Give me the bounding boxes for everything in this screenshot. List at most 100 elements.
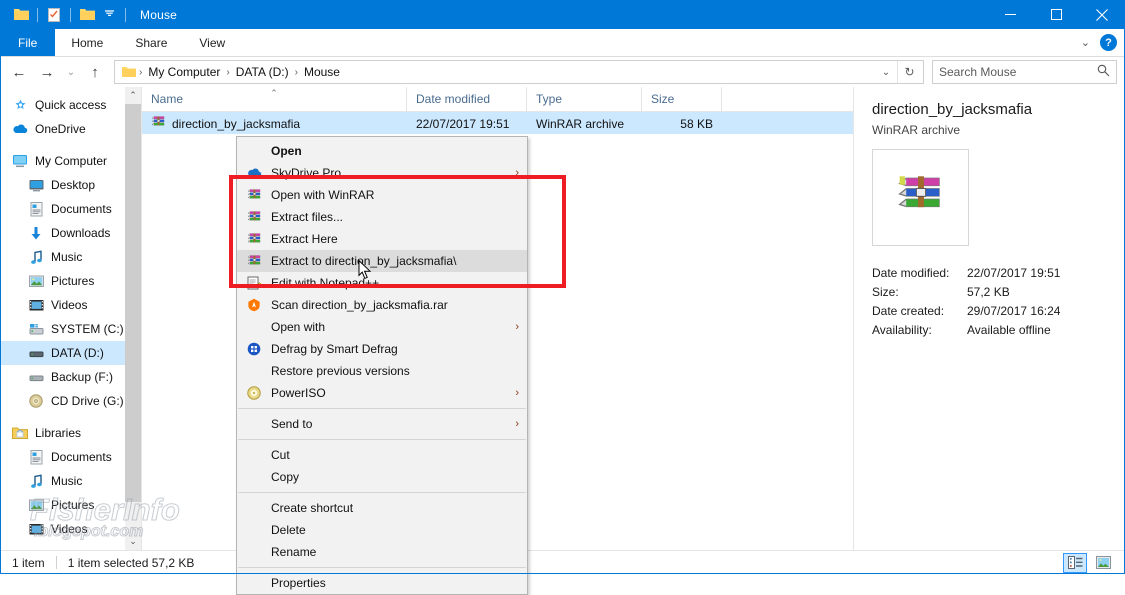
details-view-button[interactable]	[1063, 552, 1087, 573]
column-header-size[interactable]: Size	[642, 87, 722, 111]
recent-locations-button[interactable]: ⌄	[62, 60, 80, 84]
sidebar-item-onedrive[interactable]: OneDrive	[0, 117, 141, 141]
menu-item-extract-files[interactable]: Extract files...	[237, 206, 527, 228]
menu-item-send-to[interactable]: Send to ›	[237, 413, 527, 435]
menu-item-extract-to-folder[interactable]: Extract to direction_by_jacksmafia\	[237, 250, 527, 272]
breadcrumb-item-mouse[interactable]: Mouse	[299, 61, 345, 83]
close-button[interactable]	[1079, 0, 1125, 29]
address-dropdown-icon[interactable]: ⌄	[875, 61, 897, 83]
menu-item-label: Restore previous versions	[271, 364, 410, 378]
scroll-down-icon[interactable]: ⌄	[125, 533, 141, 550]
sidebar-item-libraries-videos[interactable]: Videos	[0, 517, 141, 541]
status-bar: 1 item 1 item selected 57,2 KB	[0, 550, 1125, 574]
scroll-up-icon[interactable]: ⌃	[125, 87, 141, 104]
column-label: Name	[151, 92, 184, 106]
menu-item-open[interactable]: Open	[237, 140, 527, 162]
menu-item-cut[interactable]: Cut	[237, 444, 527, 466]
winrar-archive-icon	[243, 208, 265, 226]
computer-icon	[10, 153, 30, 169]
menu-item-skydrive-pro[interactable]: SkyDrive Pro ›	[237, 162, 527, 184]
menu-item-label: Extract Here	[271, 232, 338, 246]
sidebar-item-libraries-music[interactable]: Music	[0, 469, 141, 493]
sidebar-item-my-computer[interactable]: My Computer	[0, 149, 141, 173]
breadcrumb[interactable]: › My Computer › DATA (D:) › Mouse ⌄ ↻	[114, 60, 924, 84]
chevron-down-icon[interactable]	[98, 4, 120, 26]
tab-share[interactable]: Share	[119, 29, 183, 56]
sidebar-item-backup-f[interactable]: Backup (F:)	[0, 365, 141, 389]
sidebar-item-downloads[interactable]: Downloads	[0, 221, 141, 245]
sidebar-item-libraries-pictures[interactable]: Pictures	[0, 493, 141, 517]
sidebar-item-system-c[interactable]: SYSTEM (C:)	[0, 317, 141, 341]
sidebar-item-desktop[interactable]: Desktop	[0, 173, 141, 197]
smart-defrag-icon	[243, 340, 265, 358]
column-header-type[interactable]: Type	[527, 87, 642, 111]
sidebar-item-libraries-documents[interactable]: Documents	[0, 445, 141, 469]
sidebar-item-videos[interactable]: Videos	[0, 293, 141, 317]
column-header-date-modified[interactable]: Date modified	[407, 87, 527, 111]
large-icons-view-button[interactable]	[1091, 553, 1115, 573]
poweriso-icon	[243, 384, 265, 402]
menu-item-extract-here[interactable]: Extract Here	[237, 228, 527, 250]
videos-icon	[26, 521, 46, 537]
navigation-pane: Quick access OneDrive My Computer Deskto…	[0, 87, 141, 550]
sidebar-item-music[interactable]: Music	[0, 245, 141, 269]
menu-item-create-shortcut[interactable]: Create shortcut	[237, 497, 527, 519]
context-menu[interactable]: Open SkyDrive Pro › Open with WinRAR Ext…	[236, 136, 528, 595]
breadcrumb-item-data-d[interactable]: DATA (D:)	[231, 61, 294, 83]
spacer-icon	[243, 142, 265, 160]
chevron-right-icon: ›	[515, 321, 519, 333]
file-name-cell[interactable]: direction_by_jacksmafia	[142, 115, 407, 132]
search-input[interactable]: Search Mouse	[932, 60, 1117, 84]
music-icon	[26, 249, 46, 265]
help-icon[interactable]: ?	[1100, 34, 1117, 51]
desktop-icon	[26, 177, 46, 193]
minimize-button[interactable]	[987, 0, 1033, 29]
spacer-icon	[243, 446, 265, 464]
menu-item-open-with[interactable]: Open with ›	[237, 316, 527, 338]
tab-view[interactable]: View	[183, 29, 241, 56]
column-header-name[interactable]: ⌃ Name	[142, 87, 407, 111]
table-row[interactable]: direction_by_jacksmafia 22/07/2017 19:51…	[142, 112, 853, 134]
up-button[interactable]: ↑	[82, 60, 108, 84]
refresh-icon[interactable]: ↻	[897, 61, 921, 83]
tab-home[interactable]: Home	[55, 29, 119, 56]
star-icon	[10, 97, 30, 113]
maximize-button[interactable]	[1033, 0, 1079, 29]
forward-button[interactable]: →	[34, 60, 60, 84]
tab-file[interactable]: File	[0, 29, 56, 56]
properties-icon[interactable]	[43, 4, 65, 26]
search-icon[interactable]	[1097, 64, 1110, 80]
spacer-icon	[243, 574, 265, 592]
menu-item-edit-with-notepad-plus-plus[interactable]: Edit with Notepad++	[237, 272, 527, 294]
spacer-icon	[243, 521, 265, 539]
folder-icon[interactable]	[10, 4, 32, 26]
menu-item-defrag-by-smart-defrag[interactable]: Defrag by Smart Defrag	[237, 338, 527, 360]
sidebar-item-cd-drive-g[interactable]: CD Drive (G:)	[0, 389, 141, 413]
menu-item-rename[interactable]: Rename	[237, 541, 527, 563]
menu-item-poweriso[interactable]: PowerISO ›	[237, 382, 527, 404]
file-size-cell: 58 KB	[680, 116, 713, 131]
sidebar-item-label: Quick access	[35, 98, 107, 112]
menu-item-properties[interactable]: Properties	[237, 572, 527, 594]
menu-item-restore-previous-versions[interactable]: Restore previous versions	[237, 360, 527, 382]
navigation-pane-scrollbar[interactable]: ⌃ ⌄	[125, 87, 141, 550]
sidebar-item-quick-access[interactable]: Quick access	[0, 93, 141, 117]
sidebar-item-libraries[interactable]: Libraries	[0, 421, 141, 445]
column-label: Type	[536, 92, 563, 106]
breadcrumb-item-my-computer[interactable]: My Computer	[143, 61, 225, 83]
back-button[interactable]: ←	[6, 60, 32, 84]
new-folder-icon[interactable]	[76, 4, 98, 26]
scrollbar-thumb[interactable]	[125, 104, 141, 502]
sidebar-item-documents[interactable]: Documents	[0, 197, 141, 221]
menu-item-open-with-winrar[interactable]: Open with WinRAR	[237, 184, 527, 206]
sidebar-item-pictures[interactable]: Pictures	[0, 269, 141, 293]
expand-ribbon-icon[interactable]: ⌄	[1077, 36, 1094, 49]
menu-item-delete[interactable]: Delete	[237, 519, 527, 541]
menu-item-scan-with-avast[interactable]: Scan direction_by_jacksmafia.rar	[237, 294, 527, 316]
menu-item-copy[interactable]: Copy	[237, 466, 527, 488]
column-label: Size	[651, 92, 675, 106]
window-controls	[987, 0, 1125, 29]
sidebar-item-data-d[interactable]: DATA (D:)	[0, 341, 141, 365]
details-pane: direction_by_jacksmafia WinRAR archive D…	[853, 87, 1125, 550]
window-title: Mouse	[140, 7, 178, 22]
